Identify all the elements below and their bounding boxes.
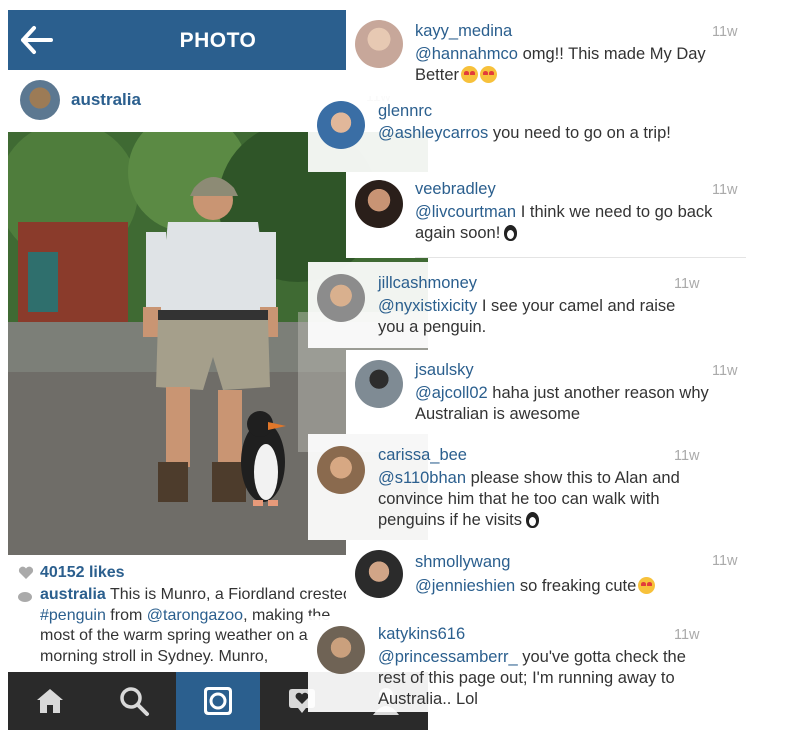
heart-eyes-emoji-icon <box>638 577 656 594</box>
comment-item: shmollywang 11w @jennieshien so freaking… <box>346 540 756 616</box>
comment-text: @ajcoll02 haha just another reason why A… <box>415 383 750 425</box>
comment-username[interactable]: glennrc <box>378 102 432 121</box>
comment-time: 11w <box>674 627 700 643</box>
comment-time: 11w <box>674 448 700 464</box>
caption-text: This is Munro, a Fiordland crested <box>109 586 352 603</box>
caption-text-3: most of the warm spring weather on a <box>40 627 308 644</box>
home-icon <box>37 689 63 713</box>
comment-time: 11w <box>712 24 738 40</box>
commenter-avatar[interactable] <box>355 360 403 408</box>
comment-body: so freaking cute <box>515 577 637 595</box>
comment-time: 11w <box>712 553 738 569</box>
caption-text-4: morning stroll in Sydney. Munro, <box>40 647 269 665</box>
comment-item: jillcashmoney 11w @nyxistixicity I see y… <box>308 262 720 348</box>
comment-username[interactable]: shmollywang <box>415 553 510 572</box>
owner-username[interactable]: australia <box>71 90 141 110</box>
comment-username[interactable]: kayy_medina <box>415 22 512 41</box>
commenter-avatar[interactable] <box>355 180 403 228</box>
comment-time: 11w <box>712 363 738 379</box>
owner-avatar[interactable] <box>20 80 60 120</box>
penguin-emoji-icon <box>504 225 518 241</box>
comment-username[interactable]: katykins616 <box>378 625 465 644</box>
heart-icon <box>18 566 34 579</box>
comment-text: @nyxistixicity I see your camel and rais… <box>378 296 698 338</box>
comment-username[interactable]: jsaulsky <box>415 361 474 380</box>
search-icon <box>120 687 149 716</box>
comment-mention[interactable]: @jennieshien <box>415 577 515 595</box>
commenter-avatar[interactable] <box>355 20 403 68</box>
commenter-avatar[interactable] <box>317 274 365 322</box>
penguin-emoji-icon <box>526 512 539 528</box>
comment-text: @s110bhan please show this to Alan and c… <box>378 468 708 531</box>
comment-text: @princessamberr_ you've gotta check the … <box>378 647 713 710</box>
comment-time: 11w <box>674 276 700 292</box>
tab-search[interactable] <box>92 672 176 730</box>
camera-icon <box>204 687 232 715</box>
caption-hashtag[interactable]: #penguin <box>40 607 106 624</box>
comment-text: @hannahmco omg!! This made My Day Better <box>415 44 745 86</box>
divider <box>415 257 746 258</box>
comment-item: kayy_medina 11w @hannahmco omg!! This ma… <box>346 10 756 96</box>
comment-item: carissa_bee 11w @s110bhan please show th… <box>308 434 720 540</box>
heart-eyes-emoji-icon <box>480 66 498 83</box>
comment-text: @ashleycarros you need to go on a trip! <box>378 123 678 144</box>
commenter-avatar[interactable] <box>317 626 365 674</box>
comment-mention[interactable]: @livcourtman <box>415 203 516 221</box>
comment-body: you need to go on a trip! <box>488 124 671 142</box>
commenter-avatar[interactable] <box>317 446 365 494</box>
comment-text: @livcourtman I think we need to go back … <box>415 202 725 244</box>
comment-item: glennrc @ashleycarros you need to go on … <box>308 96 726 172</box>
comment-bubble-icon <box>18 592 32 602</box>
comment-mention[interactable]: @hannahmco <box>415 45 518 63</box>
comment-username[interactable]: jillcashmoney <box>378 274 477 293</box>
comment-time: 11w <box>712 182 738 198</box>
commenter-avatar[interactable] <box>355 550 403 598</box>
caption-username[interactable]: australia <box>40 586 106 603</box>
comment-item: veebradley 11w @livcourtman I think we n… <box>346 172 746 258</box>
comment-mention[interactable]: @ashleycarros <box>378 124 488 142</box>
heart-eyes-emoji-icon <box>461 66 479 83</box>
comment-mention[interactable]: @princessamberr_ <box>378 648 518 666</box>
comment-mention[interactable]: @nyxistixicity <box>378 297 477 315</box>
comment-text: @jennieshien so freaking cute <box>415 576 745 597</box>
caption-mention[interactable]: @tarongazoo <box>147 607 243 624</box>
likes-count[interactable]: 40152 likes <box>40 564 125 582</box>
tab-home[interactable] <box>8 672 92 730</box>
comment-mention[interactable]: @s110bhan <box>378 469 466 487</box>
tab-camera[interactable] <box>176 672 260 730</box>
comment-item: jsaulsky 11w @ajcoll02 haha just another… <box>346 350 756 434</box>
comment-username[interactable]: veebradley <box>415 180 496 199</box>
comment-item: katykins616 11w @princessamberr_ you've … <box>308 616 720 712</box>
commenter-avatar[interactable] <box>317 101 365 149</box>
caption-from: from <box>110 606 143 624</box>
comment-mention[interactable]: @ajcoll02 <box>415 384 488 402</box>
comment-username[interactable]: carissa_bee <box>378 446 467 465</box>
